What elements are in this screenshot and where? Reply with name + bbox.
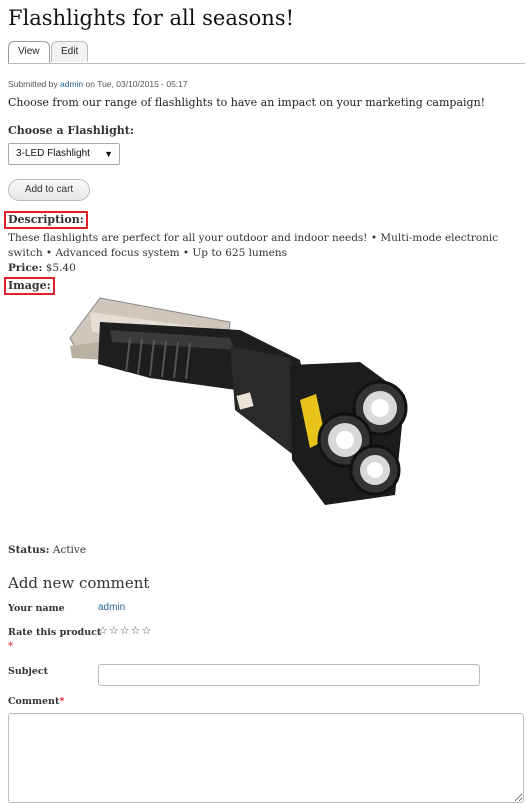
choose-flashlight-label: Choose a Flashlight:	[8, 124, 134, 137]
submitted-date: on Tue, 03/10/2015 - 05:17	[85, 79, 188, 89]
intro-text: Choose from our range of flashlights to …	[8, 96, 486, 109]
author-link[interactable]: admin	[60, 79, 83, 89]
tabs-bar: View Edit	[8, 41, 525, 64]
flashlight-select[interactable]: 3-LED Flashlight ▼	[8, 143, 120, 165]
submitted-info: Submitted by admin on Tue, 03/10/2015 - …	[8, 79, 188, 89]
your-name-label: Your name	[8, 603, 65, 614]
flashlight-select-value: 3-LED Flashlight	[16, 148, 90, 159]
rate-product-label: Rate this product	[8, 627, 102, 638]
comment-required-mark: *	[59, 696, 65, 707]
subject-label: Subject	[8, 666, 49, 677]
product-image	[69, 297, 408, 505]
page-title: Flashlights for all seasons!	[8, 6, 295, 30]
description-text: These flashlights are perfect for all yo…	[8, 232, 499, 259]
your-name-value[interactable]: admin	[98, 602, 125, 613]
comment-textarea[interactable]	[8, 713, 524, 803]
caret-down-icon: ▼	[104, 149, 113, 159]
tab-view[interactable]: View	[8, 41, 50, 63]
price: Price: $5.40	[8, 262, 76, 274]
status-value: Active	[52, 544, 87, 556]
comment-label-text: Comment	[8, 696, 60, 707]
tab-edit[interactable]: Edit	[51, 41, 89, 62]
comment-label: Comment*	[8, 696, 64, 707]
rating-stars[interactable]: ☆☆☆☆☆	[98, 624, 152, 637]
status: Status: Active	[8, 544, 86, 556]
submitted-prefix: Submitted by	[8, 79, 58, 89]
status-label: Status:	[8, 544, 50, 556]
required-mark: *	[8, 641, 13, 652]
price-value: $5.40	[45, 262, 76, 274]
description-label: Description:	[4, 211, 88, 229]
price-label: Price:	[8, 262, 43, 274]
image-label: Image:	[4, 277, 55, 295]
subject-input[interactable]	[98, 664, 480, 686]
add-to-cart-button[interactable]: Add to cart	[8, 179, 90, 201]
add-comment-heading: Add new comment	[8, 574, 150, 592]
